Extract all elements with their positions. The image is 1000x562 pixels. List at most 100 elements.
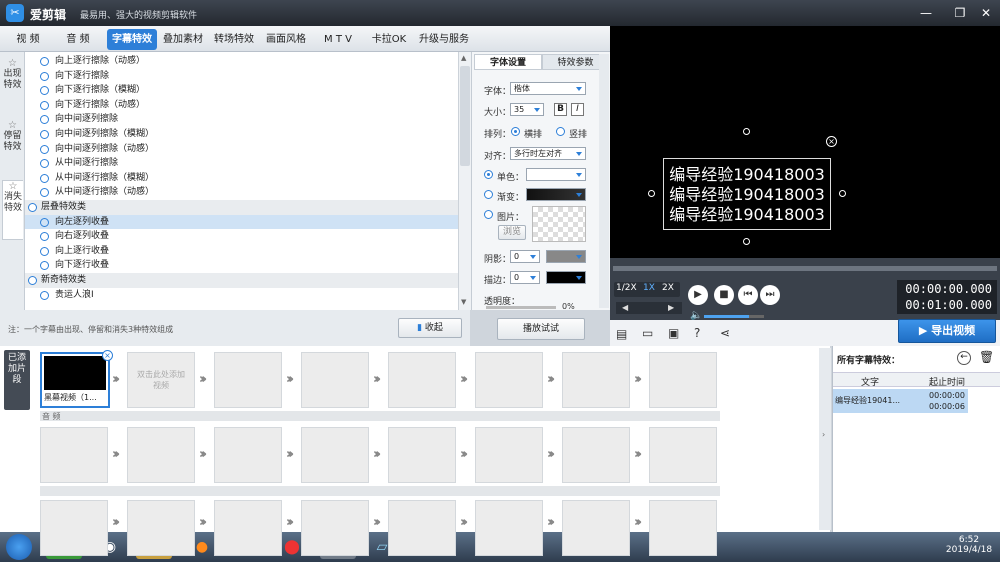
tab-font-settings[interactable]: 字体设置 <box>474 54 542 70</box>
remove-clip-icon[interactable]: × <box>102 350 113 361</box>
resize-handle-bottom[interactable] <box>743 238 750 245</box>
collapse-button[interactable]: ▮ 收起 <box>398 318 462 338</box>
subtitle-text-box[interactable]: 编导经验190418003 编导经验190418003 编导经验19041800… <box>663 158 831 230</box>
tab-karaoke[interactable]: 卡拉OK <box>366 29 412 50</box>
empty-clip-slot[interactable] <box>127 500 195 556</box>
tab-stay-effects[interactable]: ☆ 停留特效 <box>2 120 23 178</box>
shadow-color-picker[interactable] <box>546 250 586 263</box>
arrange-horizontal-radio[interactable] <box>511 127 520 136</box>
effect-category[interactable]: 新奇特效类 <box>25 273 458 288</box>
speed-half[interactable]: 1/2X <box>616 283 637 293</box>
empty-clip-slot[interactable] <box>388 427 456 483</box>
resize-handle-top[interactable] <box>743 128 750 135</box>
speed-double[interactable]: 2X <box>662 283 674 293</box>
stop-icon[interactable]: ■ <box>714 285 734 305</box>
effect-item[interactable]: 向下逐行擦除（模糊） <box>25 83 458 98</box>
tab-overlay[interactable]: 叠加素材 <box>160 29 206 50</box>
empty-clip-slot[interactable] <box>388 500 456 556</box>
empty-clip-slot[interactable] <box>301 500 369 556</box>
effect-item[interactable]: 从中间逐行擦除 <box>25 156 458 171</box>
open-folder-icon[interactable]: ▭ <box>642 326 653 340</box>
volume-slider[interactable] <box>704 315 764 318</box>
speed-normal[interactable]: 1X <box>643 283 655 293</box>
stroke-color-picker[interactable] <box>546 271 586 284</box>
opacity-slider[interactable] <box>486 306 556 309</box>
font-select[interactable]: 楷体 <box>510 82 586 95</box>
effect-item[interactable]: 向右逐列收叠 <box>25 229 458 244</box>
gradient-radio[interactable] <box>484 190 493 199</box>
effect-item[interactable]: 向中间逐列擦除（模糊） <box>25 127 458 142</box>
single-color-radio[interactable] <box>484 170 493 179</box>
effect-item[interactable]: 向下逐行擦除（动感） <box>25 98 458 113</box>
image-preview[interactable] <box>532 206 586 242</box>
play-icon[interactable]: ▶ <box>688 285 708 305</box>
resize-handle-right[interactable] <box>839 190 846 197</box>
new-project-icon[interactable]: ▤ <box>616 327 627 341</box>
step-forward-icon[interactable]: ▶ <box>668 302 674 314</box>
empty-clip-slot[interactable] <box>475 352 543 408</box>
save-icon[interactable]: ▣ <box>668 326 679 340</box>
browse-button[interactable]: 浏览 <box>498 225 526 240</box>
empty-clip-slot[interactable] <box>301 352 369 408</box>
stroke-input[interactable]: 0 <box>510 271 540 284</box>
export-video-button[interactable]: ▶ 导出视频 <box>898 319 996 343</box>
trash-icon[interactable]: 🗑 <box>979 350 994 364</box>
tab-styles[interactable]: 画面风格 <box>262 29 310 50</box>
align-select[interactable]: 多行时左对齐 <box>510 147 586 160</box>
empty-clip-slot[interactable] <box>40 500 108 556</box>
empty-clip-slot[interactable] <box>40 427 108 483</box>
close-icon[interactable]: ✕ <box>976 4 996 22</box>
empty-clip-slot[interactable] <box>562 427 630 483</box>
empty-clip-slot[interactable] <box>649 427 717 483</box>
scroll-down-icon[interactable]: ▼ <box>461 298 466 306</box>
effect-item[interactable]: 向中间逐列擦除（动感） <box>25 142 458 157</box>
help-icon[interactable]: ? <box>694 326 700 340</box>
shadow-input[interactable]: 0 <box>510 250 540 263</box>
effect-category[interactable]: 层叠特效类 <box>25 200 458 215</box>
tab-disappear-effects[interactable]: ☆ 消失特效 <box>2 180 23 240</box>
next-icon[interactable]: ⏭ <box>760 285 780 305</box>
clock[interactable]: 6:52 2019/4/18 <box>942 535 996 555</box>
play-test-button[interactable]: 播放试试 <box>497 318 585 340</box>
effect-item[interactable]: 向上逐行擦除（动感） <box>25 54 458 69</box>
clip-black-video[interactable]: 黑幕视频（1... <box>40 352 110 408</box>
empty-clip-slot[interactable] <box>649 500 717 556</box>
subtitle-table-row[interactable]: 编导经验19041... 00:00:00 00:00:06 <box>833 389 968 413</box>
effect-list-scrollbar[interactable]: ▲ ▼ <box>458 52 471 310</box>
italic-button[interactable]: I <box>571 103 584 116</box>
gradient-picker[interactable] <box>526 188 586 201</box>
tab-video[interactable]: 视 频 <box>6 29 50 50</box>
share-icon[interactable]: ⋖ <box>720 326 730 340</box>
add-video-slot[interactable]: 双击此处添加视频 <box>127 352 195 408</box>
resize-handle-left[interactable] <box>648 190 655 197</box>
empty-clip-slot[interactable] <box>127 427 195 483</box>
effect-item[interactable]: 向下逐行收叠 <box>25 258 458 273</box>
empty-clip-slot[interactable] <box>214 500 282 556</box>
step-back-icon[interactable]: ◀ <box>622 302 628 314</box>
effect-item[interactable]: 贵运人浪I <box>25 288 458 303</box>
empty-clip-slot[interactable] <box>388 352 456 408</box>
tab-audio[interactable]: 音 频 <box>56 29 100 50</box>
arrange-vertical-radio[interactable] <box>556 127 565 136</box>
image-radio[interactable] <box>484 210 493 219</box>
effect-item[interactable]: 从中间逐行擦除（模糊） <box>25 171 458 186</box>
empty-clip-slot[interactable] <box>649 352 717 408</box>
effect-item[interactable]: 向中间逐列擦除 <box>25 112 458 127</box>
tab-subtitle-effects[interactable]: 字幕特效 <box>107 29 157 50</box>
remove-subtitle-icon[interactable]: × <box>826 136 837 147</box>
restore-icon[interactable]: ❐ <box>950 4 970 22</box>
start-icon[interactable] <box>6 534 32 560</box>
settings-scrollbar[interactable] <box>599 54 609 308</box>
scroll-up-icon[interactable]: ▲ <box>461 54 466 62</box>
back-icon[interactable]: ← <box>957 351 971 365</box>
tab-upgrade[interactable]: 升级与服务 <box>416 29 472 50</box>
effect-item[interactable]: 向上逐行收叠 <box>25 244 458 259</box>
tab-appear-effects[interactable]: ☆ 出现特效 <box>2 58 23 118</box>
effect-item[interactable]: 从中间逐行擦除（动感） <box>25 185 458 200</box>
tab-transitions[interactable]: 转场特效 <box>210 29 258 50</box>
minimize-icon[interactable]: — <box>916 4 936 22</box>
bold-button[interactable]: B <box>554 103 567 116</box>
prev-icon[interactable]: ⏮ <box>738 285 758 305</box>
seek-bar[interactable] <box>613 266 997 271</box>
empty-clip-slot[interactable] <box>214 427 282 483</box>
